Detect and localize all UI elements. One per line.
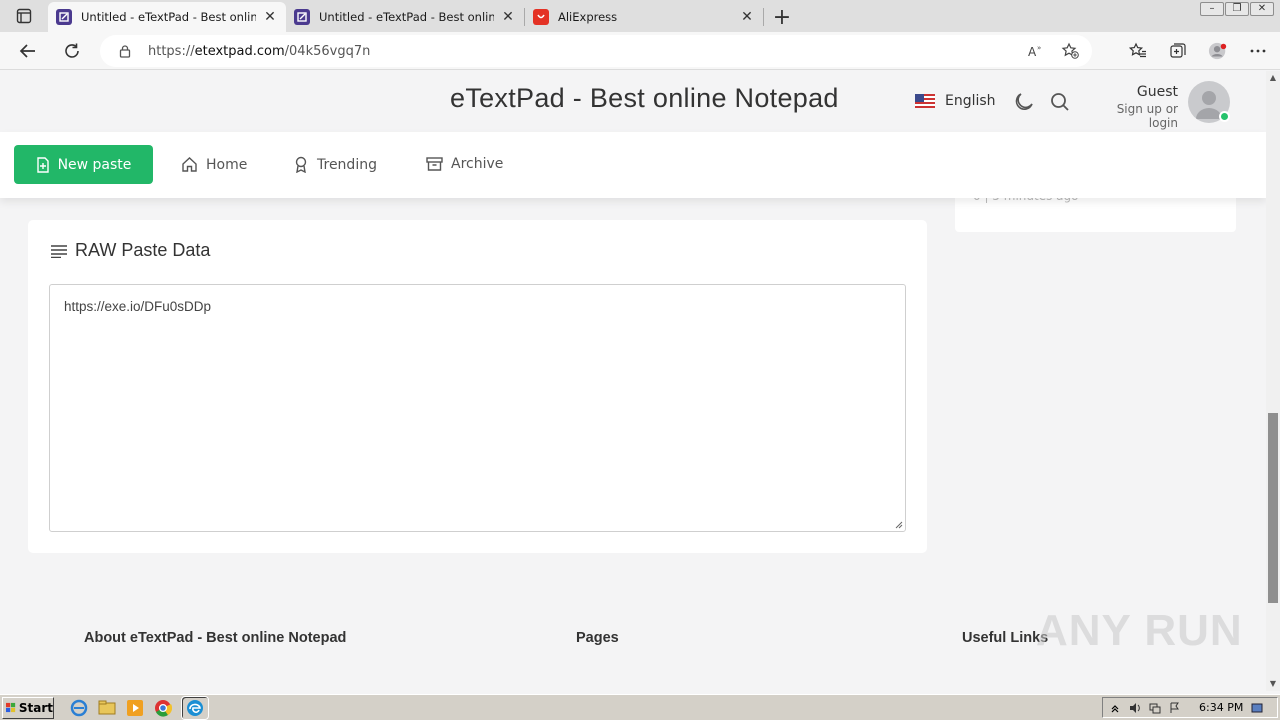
browser-toolbar: https://etextpad.com/04k56vgq7n A» [0, 32, 1280, 70]
award-icon [295, 156, 307, 173]
tab-title: AliExpress [558, 10, 618, 24]
nav-trending-label: Trending [317, 156, 377, 173]
browser-tab-1[interactable]: Untitled - eTextPad - Best online N ✕ [48, 2, 286, 32]
volume-icon[interactable] [1129, 702, 1141, 714]
internet-explorer-icon[interactable] [70, 699, 88, 717]
scrollbar-thumb[interactable] [1268, 413, 1278, 603]
main-navbar: New paste Home Trending Archive [0, 132, 1266, 198]
raw-paste-textarea[interactable]: https://exe.io/DFu0sDDp [49, 284, 906, 532]
browser-tab-strip: Untitled - eTextPad - Best online N ✕ Un… [0, 0, 1280, 32]
site-header: eTextPad - Best online Notepad English G… [0, 71, 1266, 132]
quick-launch [70, 695, 209, 720]
tab-actions-button[interactable] [0, 0, 48, 32]
nav-home[interactable]: Home [181, 156, 247, 173]
close-icon[interactable]: ✕ [262, 9, 278, 25]
site-brand[interactable]: eTextPad - Best online Notepad [450, 83, 839, 114]
nav-home-label: Home [206, 156, 248, 173]
anyrun-watermark: ANY RUN [1036, 606, 1243, 655]
tab-title: Untitled - eTextPad - Best online N [319, 10, 494, 24]
chrome-icon[interactable] [154, 699, 172, 717]
restore-button[interactable]: ❐ [1225, 2, 1249, 16]
minimize-button[interactable]: – [1200, 2, 1224, 16]
taskbar-clock[interactable]: 6:34 PM [1199, 701, 1243, 714]
search-button[interactable] [1049, 91, 1071, 117]
etextpad-icon [56, 9, 72, 25]
etextpad-icon [294, 9, 310, 25]
user-menu[interactable]: Guest Sign up or login [1084, 84, 1178, 130]
add-favorite-icon[interactable] [1060, 41, 1080, 61]
url-text: https://etextpad.com/04k56vgq7n [148, 43, 371, 59]
nav-archive-label: Archive [451, 156, 504, 172]
edge-taskbar-button[interactable] [181, 695, 209, 720]
nav-archive[interactable]: Archive [426, 156, 503, 172]
page-scrollbar[interactable]: ▲ ▼ [1266, 71, 1280, 691]
web-page: eTextPad - Best online Notepad English G… [0, 71, 1266, 691]
footer-about-heading: About eTextPad - Best online Notepad [84, 630, 347, 646]
file-explorer-icon[interactable] [98, 699, 116, 717]
new-file-icon [36, 156, 49, 173]
back-arrow-icon [19, 43, 35, 58]
text-lines-icon [51, 244, 67, 258]
more-options-icon[interactable] [1248, 41, 1268, 61]
dark-mode-toggle[interactable] [1013, 91, 1035, 117]
address-bar[interactable]: https://etextpad.com/04k56vgq7n A» [100, 35, 1092, 67]
system-tray: 6:34 PM [1102, 697, 1278, 718]
browser-tab-3[interactable]: AliExpress ✕ [525, 2, 763, 32]
edge-icon [187, 699, 203, 716]
aliexpress-icon [533, 9, 549, 25]
close-icon[interactable]: ✕ [739, 9, 755, 25]
windows-taskbar: Start 6:34 PM [0, 694, 1280, 720]
media-player-icon[interactable] [126, 699, 144, 717]
archive-icon [426, 157, 443, 171]
new-tab-button[interactable]: + [764, 2, 800, 32]
back-button[interactable] [6, 32, 50, 70]
scroll-down-icon[interactable]: ▼ [1266, 677, 1280, 691]
raw-paste-content: https://exe.io/DFu0sDDp [64, 299, 212, 314]
favorites-icon[interactable] [1128, 41, 1148, 61]
home-icon [182, 157, 197, 172]
scroll-up-icon[interactable]: ▲ [1266, 71, 1280, 85]
start-label: Start [18, 700, 53, 715]
network-icon[interactable] [1149, 702, 1161, 714]
close-window-button[interactable]: ✕ [1250, 2, 1274, 16]
new-paste-label: New paste [57, 156, 132, 173]
tab-title: Untitled - eTextPad - Best online N [81, 10, 256, 24]
show-desktop-icon[interactable] [1251, 702, 1263, 714]
user-name: Guest [1136, 84, 1178, 100]
collections-icon[interactable] [1168, 41, 1188, 61]
refresh-icon [65, 43, 79, 58]
raw-paste-heading: RAW Paste Data [50, 240, 210, 261]
tray-expand-icon[interactable] [1109, 702, 1121, 714]
moon-icon [1015, 93, 1033, 110]
new-paste-button[interactable]: New paste [14, 145, 153, 184]
browser-tab-2[interactable]: Untitled - eTextPad - Best online N ✕ [286, 2, 524, 32]
read-aloud-icon[interactable]: A» [1026, 41, 1046, 61]
svg-text:A: A [1028, 45, 1037, 59]
nav-trending[interactable]: Trending [293, 156, 377, 173]
language-selector[interactable]: English [915, 93, 996, 109]
window-controls: – ❐ ✕ [1199, 2, 1274, 16]
close-icon[interactable]: ✕ [500, 9, 516, 25]
resize-handle-icon[interactable] [895, 521, 903, 529]
toolbar-actions [1128, 32, 1268, 70]
search-icon [1051, 93, 1069, 111]
footer-pages-heading: Pages [576, 630, 619, 646]
online-status-dot [1219, 111, 1230, 122]
raw-paste-card: RAW Paste Data https://exe.io/DFu0sDDp [28, 220, 927, 553]
language-label: English [945, 93, 996, 109]
us-flag-icon [915, 94, 935, 108]
action-center-flag-icon[interactable] [1169, 702, 1181, 714]
svg-text:»: » [1037, 44, 1041, 52]
profile-icon[interactable] [1208, 41, 1228, 61]
refresh-button[interactable] [50, 32, 94, 70]
raw-paste-title: RAW Paste Data [75, 240, 211, 260]
lock-icon [119, 45, 131, 58]
windows-logo-icon [6, 702, 16, 713]
start-button[interactable]: Start [2, 696, 54, 719]
signup-login-link[interactable]: Sign up or login [1084, 102, 1178, 130]
